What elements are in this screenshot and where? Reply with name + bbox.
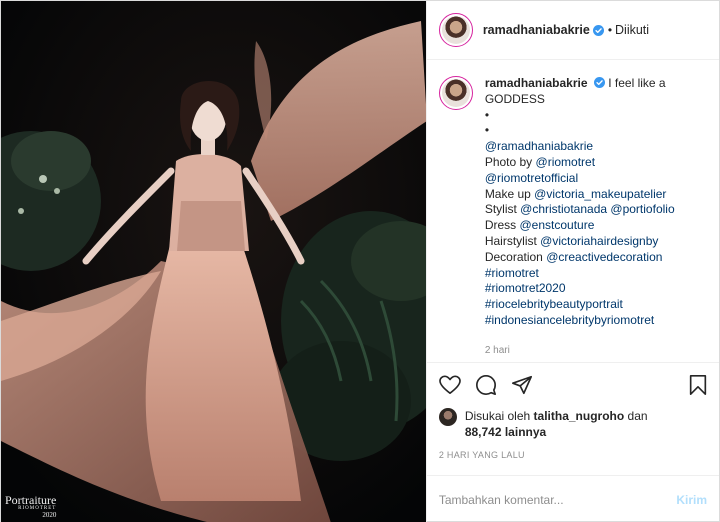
bookmark-icon xyxy=(689,375,707,395)
comment-button[interactable] xyxy=(473,372,499,398)
caption-credit-line: Photo by @riomotret xyxy=(485,155,707,171)
author-username[interactable]: ramadhaniabakrie xyxy=(483,23,590,37)
post-photo-illustration xyxy=(1,1,426,522)
watermark-title: Portraiture xyxy=(5,493,57,507)
caption-bullet: • xyxy=(484,123,490,138)
caption-mention[interactable]: @christiotanada xyxy=(520,202,607,216)
heart-icon xyxy=(438,375,461,394)
header-separator: • xyxy=(607,23,613,37)
caption-body: ramadhaniabakrie I feel like a GODDESS •… xyxy=(485,76,707,362)
caption-hashtag[interactable]: #riocelebritybeautyportrait xyxy=(485,297,707,313)
caption-hashtag[interactable]: #riomotret xyxy=(485,266,707,282)
likes-joiner: dan xyxy=(627,409,648,423)
caption-username[interactable]: ramadhaniabakrie xyxy=(485,76,588,90)
caption-credit-line: Hairstylist @victoriahairdesignby xyxy=(485,234,707,250)
caption-first-line: ramadhaniabakrie I feel like a GODDESS xyxy=(485,76,707,108)
credit-label: Make up xyxy=(484,186,535,201)
caption-credit-line: Decoration @creactivedecoration xyxy=(485,250,707,266)
post-side-panel: ramadhaniabakrie • Diikuti ramadhaniabak… xyxy=(425,1,719,522)
like-button[interactable] xyxy=(437,372,463,398)
caption-mention[interactable]: @victoriahairdesignby xyxy=(540,234,658,248)
liker-avatar[interactable] xyxy=(438,408,457,426)
caption-time[interactable]: 2 hari xyxy=(485,343,707,359)
credit-label: Stylist xyxy=(484,202,521,217)
author-avatar[interactable] xyxy=(438,13,473,47)
caption-mention[interactable]: @portiofolio xyxy=(610,202,674,216)
likes-prefix: Disukai oleh xyxy=(464,409,531,423)
credit-label: Hairstylist xyxy=(484,233,541,248)
watermark-year: 2020 xyxy=(42,511,57,519)
caption-mention[interactable]: @riomotretofficial xyxy=(485,171,578,185)
follow-status-button[interactable]: Diikuti xyxy=(615,23,649,37)
caption-mention[interactable]: @creactivedecoration xyxy=(546,250,662,264)
caption-bullet: • xyxy=(484,107,490,122)
verified-badge-icon xyxy=(592,24,604,36)
caption-hashtag[interactable]: #riomotret2020 xyxy=(485,281,707,297)
post-caption: ramadhaniabakrie I feel like a GODDESS •… xyxy=(427,60,719,362)
share-icon xyxy=(511,375,532,394)
credit-label: Decoration xyxy=(484,249,547,264)
comment-icon xyxy=(475,374,496,395)
caption-mention[interactable]: @victoria_makeupatelier xyxy=(534,187,666,201)
save-button[interactable] xyxy=(685,372,711,398)
credit-label: Dress xyxy=(484,218,520,233)
post-comment-button[interactable]: Kirim xyxy=(676,493,707,507)
post-timestamp[interactable]: 2 HARI YANG LALU xyxy=(427,450,719,460)
caption-mention[interactable]: @riomotret xyxy=(536,155,596,169)
comment-form: Kirim xyxy=(426,475,719,522)
likes-text: Disukai oleh talitha_nugroho dan 88,742 … xyxy=(465,408,648,440)
comment-input[interactable] xyxy=(438,492,677,507)
liker-username[interactable]: talitha_nugroho xyxy=(534,409,625,423)
caption-credit-line: Make up @victoria_makeupatelier xyxy=(485,187,707,203)
caption-author-avatar[interactable] xyxy=(438,76,473,110)
caption-credit-line: @riomotretofficial xyxy=(485,171,707,187)
credit-label: Photo by xyxy=(484,154,536,169)
post-header: ramadhaniabakrie • Diikuti xyxy=(426,1,719,60)
caption-verified-badge-icon xyxy=(593,77,605,88)
likes-summary: Disukai oleh talitha_nugroho dan 88,742 … xyxy=(427,408,719,440)
caption-credit-line: Dress @enstcouture xyxy=(485,218,707,234)
instagram-post: Portraiture RIOMOTRET 2020 ramadhaniabak… xyxy=(0,0,720,522)
likes-count[interactable]: 88,742 lainnya xyxy=(465,425,546,439)
caption-hashtag[interactable]: #indonesiancelebritybyriomotret xyxy=(485,313,707,329)
share-button[interactable] xyxy=(509,372,535,398)
post-photo[interactable]: Portraiture RIOMOTRET 2020 xyxy=(1,1,426,522)
caption-credit-line: Stylist @christiotanada @portiofolio xyxy=(485,202,707,218)
caption-mention[interactable]: @ramadhaniabakrie xyxy=(485,139,707,155)
photo-watermark: Portraiture RIOMOTRET 2020 xyxy=(5,494,56,519)
caption-mention[interactable]: @enstcouture xyxy=(519,218,594,232)
action-bar xyxy=(426,362,719,406)
